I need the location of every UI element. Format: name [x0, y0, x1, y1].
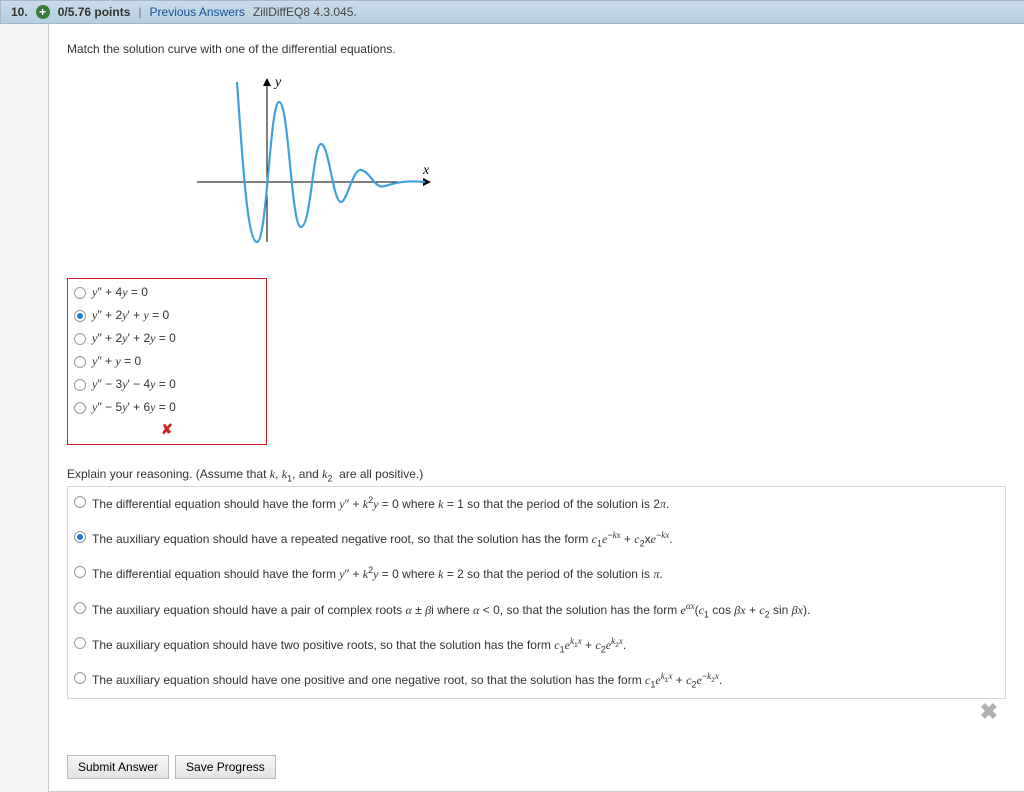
separator: |: [138, 5, 141, 19]
equation-option[interactable]: y′′ + 2y′ + 2y = 0: [68, 327, 266, 350]
close-icon[interactable]: ✖: [67, 699, 1006, 725]
radio-button[interactable]: [74, 637, 86, 649]
equation-option-label: y′′ + 2y′ + 2y = 0: [92, 331, 176, 346]
question-body: Match the solution curve with one of the…: [48, 24, 1024, 792]
question-number: 10.: [11, 5, 28, 19]
explanation-option[interactable]: The auxiliary equation should have a pai…: [68, 593, 1005, 628]
radio-button[interactable]: [74, 379, 86, 391]
submit-answer-button[interactable]: Submit Answer: [67, 755, 169, 779]
x-axis-label: x: [422, 163, 430, 178]
equation-option[interactable]: y′′ + 2y′ + y = 0: [68, 304, 266, 327]
button-bar: Submit Answer Save Progress: [67, 755, 1006, 779]
equation-option-label: y′′ + 4y = 0: [92, 285, 148, 300]
explanation-option[interactable]: The differential equation should have th…: [68, 487, 1005, 522]
equation-option[interactable]: y′′ − 3y′ − 4y = 0: [68, 373, 266, 396]
explanation-text: The differential equation should have th…: [92, 565, 663, 584]
explanation-option[interactable]: The auxiliary equation should have a rep…: [68, 522, 1005, 557]
radio-button[interactable]: [74, 566, 86, 578]
question-header: 10. + 0/5.76 points | Previous Answers Z…: [0, 0, 1024, 24]
explanation-option[interactable]: The auxiliary equation should have one p…: [68, 663, 1005, 698]
explanation-text: The auxiliary equation should have a rep…: [92, 530, 673, 549]
solution-curve-graph: y x: [187, 72, 447, 262]
save-progress-button[interactable]: Save Progress: [175, 755, 276, 779]
question-source: ZillDiffEQ8 4.3.045.: [253, 5, 357, 19]
equation-option-label: y′′ + y = 0: [92, 354, 141, 369]
radio-button[interactable]: [74, 287, 86, 299]
y-axis-label: y: [273, 75, 282, 90]
explain-prompt: Explain your reasoning. (Assume that k, …: [67, 467, 1006, 482]
explanation-option[interactable]: The differential equation should have th…: [68, 557, 1005, 592]
radio-button[interactable]: [74, 531, 86, 543]
radio-button[interactable]: [74, 333, 86, 345]
equation-option-label: y′′ − 5y′ + 6y = 0: [92, 400, 176, 415]
explanation-text: The auxiliary equation should have a pai…: [92, 601, 810, 620]
explanation-option[interactable]: The auxiliary equation should have two p…: [68, 628, 1005, 663]
explanation-text: The differential equation should have th…: [92, 495, 669, 514]
plus-icon[interactable]: +: [36, 5, 50, 19]
explanation-text: The auxiliary equation should have one p…: [92, 671, 722, 690]
explanation-text: The auxiliary equation should have two p…: [92, 636, 626, 655]
equation-option[interactable]: y′′ + 4y = 0: [68, 281, 266, 304]
radio-button[interactable]: [74, 602, 86, 614]
question-prompt: Match the solution curve with one of the…: [67, 42, 1006, 56]
radio-button[interactable]: [74, 496, 86, 508]
equation-option[interactable]: y′′ + y = 0: [68, 350, 266, 373]
wrong-icon: ✘: [68, 419, 266, 442]
previous-answers-link[interactable]: Previous Answers: [150, 5, 245, 19]
equation-option-label: y′′ − 3y′ − 4y = 0: [92, 377, 176, 392]
points-label: 0/5.76 points: [58, 5, 131, 19]
radio-button[interactable]: [74, 310, 86, 322]
graph-container: y x: [67, 66, 1006, 272]
radio-button[interactable]: [74, 672, 86, 684]
equation-options-box: y′′ + 4y = 0 y′′ + 2y′ + y = 0 y′′ + 2y′ +…: [67, 278, 267, 445]
radio-button[interactable]: [74, 356, 86, 368]
explanation-options-box: The differential equation should have th…: [67, 486, 1006, 699]
radio-button[interactable]: [74, 402, 86, 414]
equation-option[interactable]: y′′ − 5y′ + 6y = 0: [68, 396, 266, 419]
equation-option-label: y′′ + 2y′ + y = 0: [92, 308, 169, 323]
